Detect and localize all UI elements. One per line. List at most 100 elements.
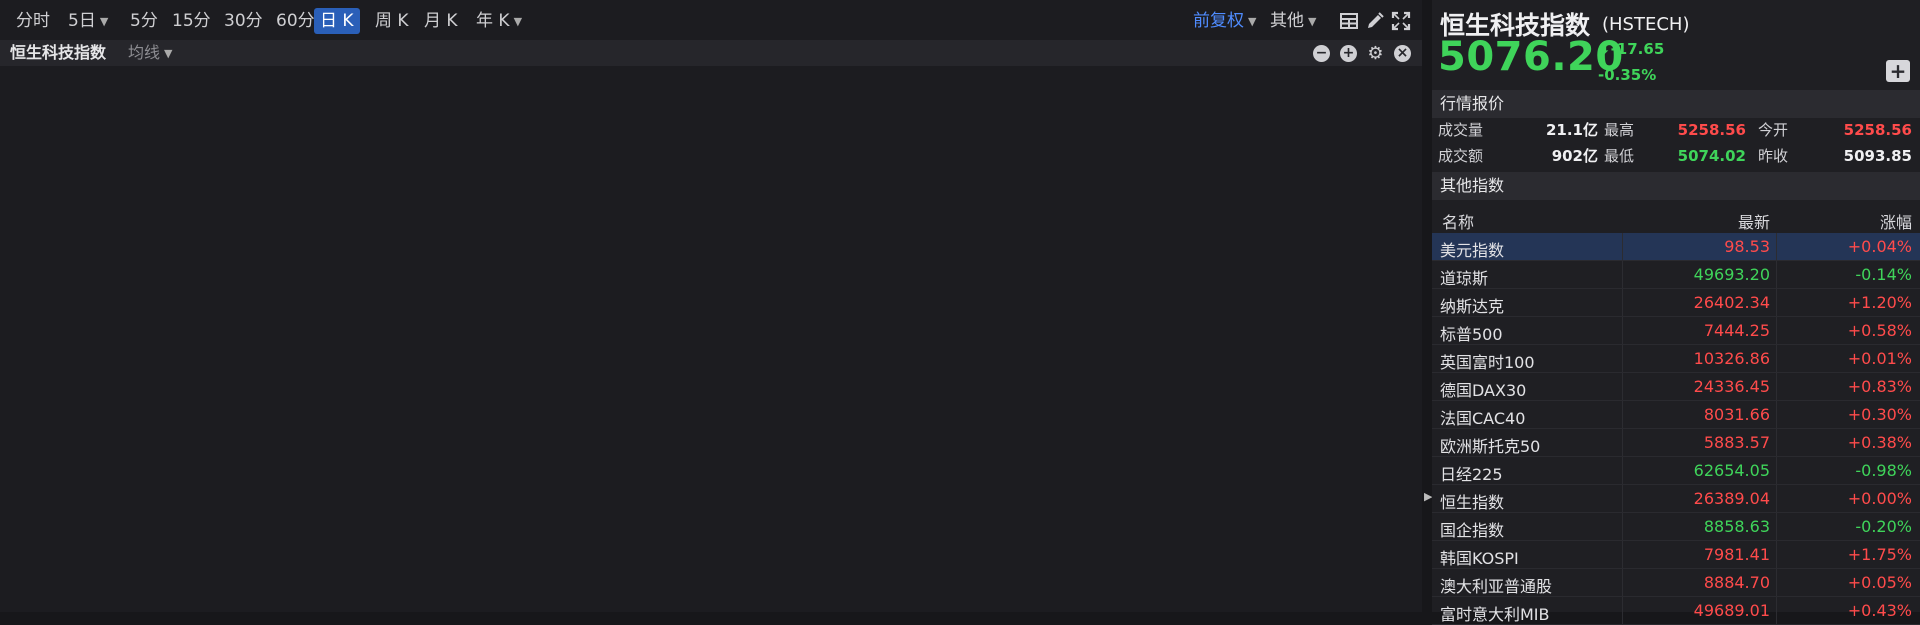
- period-tab-0[interactable]: 分时: [10, 8, 56, 34]
- column-divider: [1776, 317, 1777, 344]
- index-row[interactable]: 恒生指数 26389.04 +0.00%: [1432, 485, 1920, 513]
- period-tab-7[interactable]: 周 K: [369, 8, 415, 34]
- period-tab-2[interactable]: 5分: [124, 8, 164, 34]
- index-code: (HSTECH): [1602, 14, 1690, 35]
- open-label: 今开: [1758, 121, 1789, 139]
- period-tab-6[interactable]: 日 K: [314, 8, 360, 34]
- chevron-down-icon: ▼: [1308, 15, 1317, 28]
- column-divider: [1776, 345, 1777, 372]
- period-tab-label: 分时: [16, 11, 50, 31]
- other-label: 其他: [1270, 11, 1304, 31]
- index-row[interactable]: 国企指数 8858.63 -0.20%: [1432, 513, 1920, 541]
- pen-draw-icon[interactable]: [1364, 10, 1386, 32]
- index-row[interactable]: 日经225 62654.05 -0.98%: [1432, 457, 1920, 485]
- index-row-name: 英国富时100: [1440, 353, 1535, 372]
- volume-value: 21.1亿: [1545, 121, 1598, 139]
- period-tab-3[interactable]: 15分: [166, 8, 217, 34]
- col-name: 名称: [1442, 213, 1475, 232]
- chevron-down-icon: ▼: [164, 47, 173, 60]
- index-row-name: 澳大利亚普通股: [1440, 577, 1553, 596]
- adjust-dropdown[interactable]: 前复权 ▼: [1193, 8, 1256, 34]
- index-row-last: 49689.01: [1693, 601, 1770, 620]
- index-row[interactable]: 英国富时100 10326.86 +0.01%: [1432, 345, 1920, 373]
- minus-icon[interactable]: −: [1313, 45, 1330, 62]
- period-tab-label: 日 K: [320, 11, 354, 31]
- index-row-last: 26389.04: [1693, 489, 1770, 508]
- turnover-value: 902亿: [1551, 147, 1598, 165]
- period-tab-4[interactable]: 30分: [218, 8, 269, 34]
- current-price: 5076.20: [1438, 34, 1624, 80]
- column-divider: [1776, 429, 1777, 456]
- index-row-chg: -0.98%: [1855, 461, 1912, 480]
- low-value: 5074.02: [1677, 147, 1746, 165]
- index-row[interactable]: 标普500 7444.25 +0.58%: [1432, 317, 1920, 345]
- column-divider: [1622, 597, 1623, 624]
- index-row[interactable]: 美元指数 98.53 +0.04%: [1432, 233, 1920, 261]
- index-row[interactable]: 富时意大利MIB 49689.01 +0.43%: [1432, 597, 1920, 625]
- index-row-name: 美元指数: [1440, 241, 1505, 260]
- collapse-handle-icon[interactable]: ▶: [1424, 490, 1432, 503]
- column-divider: [1622, 233, 1623, 260]
- index-row-name: 德国DAX30: [1440, 381, 1527, 400]
- add-watchlist-button[interactable]: +: [1886, 60, 1910, 82]
- other-dropdown[interactable]: 其他 ▼: [1270, 8, 1316, 34]
- index-row-chg: -0.20%: [1855, 517, 1912, 536]
- column-divider: [1776, 541, 1777, 568]
- index-row-chg: -0.14%: [1855, 265, 1912, 284]
- chart-subbar: 恒生科技指数 均线 ▼ − + ⚙ ×: [0, 40, 1422, 66]
- index-row-last: 8858.63: [1703, 517, 1770, 536]
- quote-panel: 恒生科技指数 (HSTECH) 5076.20 ⬇-17.65 -0.35% +…: [1432, 0, 1920, 625]
- fullscreen-icon[interactable]: [1390, 10, 1412, 32]
- period-tab-1[interactable]: 5日 ▼: [62, 8, 114, 34]
- column-divider: [1622, 513, 1623, 540]
- period-tab-label: 60分: [276, 11, 315, 31]
- index-row-chg: +0.30%: [1847, 405, 1912, 424]
- index-row[interactable]: 韩国KOSPI 7981.41 +1.75%: [1432, 541, 1920, 569]
- gear-icon[interactable]: ⚙: [1367, 45, 1384, 63]
- adjust-label: 前复权: [1193, 11, 1244, 31]
- column-divider: [1622, 373, 1623, 400]
- arrow-down-icon: ⬇: [1598, 40, 1611, 58]
- index-row[interactable]: 德国DAX30 24336.45 +0.83%: [1432, 373, 1920, 401]
- index-row[interactable]: 纳斯达克 26402.34 +1.20%: [1432, 289, 1920, 317]
- column-divider: [1622, 485, 1623, 512]
- period-tab-9[interactable]: 年 K ▼: [470, 8, 528, 34]
- index-row-chg: +0.58%: [1847, 321, 1912, 340]
- index-row-name: 富时意大利MIB: [1440, 605, 1550, 624]
- column-divider: [1622, 345, 1623, 372]
- index-row-last: 98.53: [1724, 237, 1770, 256]
- price-change-pct: -0.35%: [1598, 66, 1657, 84]
- index-row-last: 10326.86: [1693, 349, 1770, 368]
- period-tab-label: 30分: [224, 11, 263, 31]
- quote-section-header: 行情报价: [1432, 90, 1920, 118]
- index-row-chg: +0.01%: [1847, 349, 1912, 368]
- column-divider: [1776, 233, 1777, 260]
- volume-label: 成交量: [1438, 121, 1484, 139]
- index-row-name: 欧洲斯托克50: [1440, 437, 1541, 456]
- candlestick-chart[interactable]: 5200.005100.005000.004900.004800.004700.…: [0, 66, 1422, 612]
- index-row-chg: +1.20%: [1847, 293, 1912, 312]
- index-row[interactable]: 法国CAC40 8031.66 +0.30%: [1432, 401, 1920, 429]
- ma-dropdown[interactable]: 均线 ▼: [128, 40, 172, 67]
- column-divider: [1776, 485, 1777, 512]
- period-tab-label: 周 K: [375, 11, 409, 31]
- column-divider: [1776, 261, 1777, 288]
- col-last: 最新: [1737, 213, 1770, 232]
- other-indices-header: 其他指数: [1432, 172, 1920, 200]
- index-row[interactable]: 欧洲斯托克50 5883.57 +0.38%: [1432, 429, 1920, 457]
- index-row-last: 8031.66: [1703, 405, 1770, 424]
- column-divider: [1622, 569, 1623, 596]
- grid-layout-icon[interactable]: [1338, 10, 1360, 32]
- column-divider: [1776, 513, 1777, 540]
- column-divider: [1622, 289, 1623, 316]
- plus-icon[interactable]: +: [1340, 45, 1357, 62]
- period-tab-8[interactable]: 月 K: [418, 8, 464, 34]
- column-divider: [1622, 429, 1623, 456]
- index-row[interactable]: 道琼斯 49693.20 -0.14%: [1432, 261, 1920, 289]
- index-row-last: 26402.34: [1693, 293, 1770, 312]
- close-icon[interactable]: ×: [1394, 45, 1411, 62]
- chevron-down-icon: ▼: [99, 15, 109, 28]
- index-row-last: 49693.20: [1693, 265, 1770, 284]
- index-row[interactable]: 澳大利亚普通股 8884.70 +0.05%: [1432, 569, 1920, 597]
- column-divider: [1776, 373, 1777, 400]
